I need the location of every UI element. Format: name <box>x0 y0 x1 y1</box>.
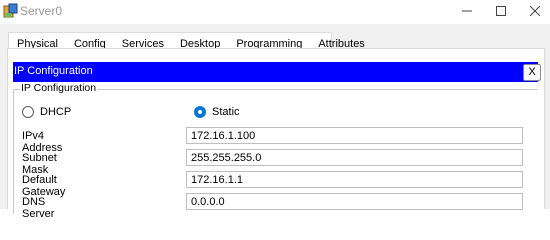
default-gateway-field[interactable] <box>186 171 523 188</box>
subnet-mask-label: Subnet Mask <box>22 152 57 176</box>
dhcp-label: DHCP <box>40 106 72 118</box>
ip-config-close-button[interactable]: X <box>523 64 541 81</box>
server-app-icon <box>3 3 19 19</box>
minimize-icon <box>462 3 472 21</box>
static-option[interactable]: Static <box>194 106 240 118</box>
title-bar: Server0 <box>0 0 550 24</box>
close-button[interactable] <box>512 0 550 24</box>
maximize-icon <box>496 3 506 21</box>
dhcp-option[interactable]: DHCP <box>22 106 71 118</box>
dns-server-field[interactable] <box>186 193 523 210</box>
tab-strip: Physical Config Services Desktop Program… <box>0 24 550 56</box>
desktop-content: IP Configuration X IP Configuration DHCP… <box>7 48 545 220</box>
ip-config-header-title: IP Configuration <box>14 65 93 77</box>
subnet-mask-field[interactable] <box>186 149 523 166</box>
dns-server-label: DNS Server <box>22 196 55 220</box>
close-icon <box>529 3 541 21</box>
app-window: Server0 Physical Config Services Desktop… <box>0 0 550 220</box>
static-label: Static <box>212 106 240 118</box>
default-gateway-label: Default Gateway <box>22 174 66 198</box>
ipv4-address-label: IPv4 Address <box>22 130 63 154</box>
ip-config-group-title: IP Configuration <box>20 82 98 94</box>
ip-config-header: IP Configuration X <box>13 62 541 82</box>
dhcp-radio[interactable] <box>22 106 34 118</box>
window-title: Server0 <box>20 4 63 18</box>
static-radio[interactable] <box>194 106 206 118</box>
ipv4-address-field[interactable] <box>186 127 523 144</box>
